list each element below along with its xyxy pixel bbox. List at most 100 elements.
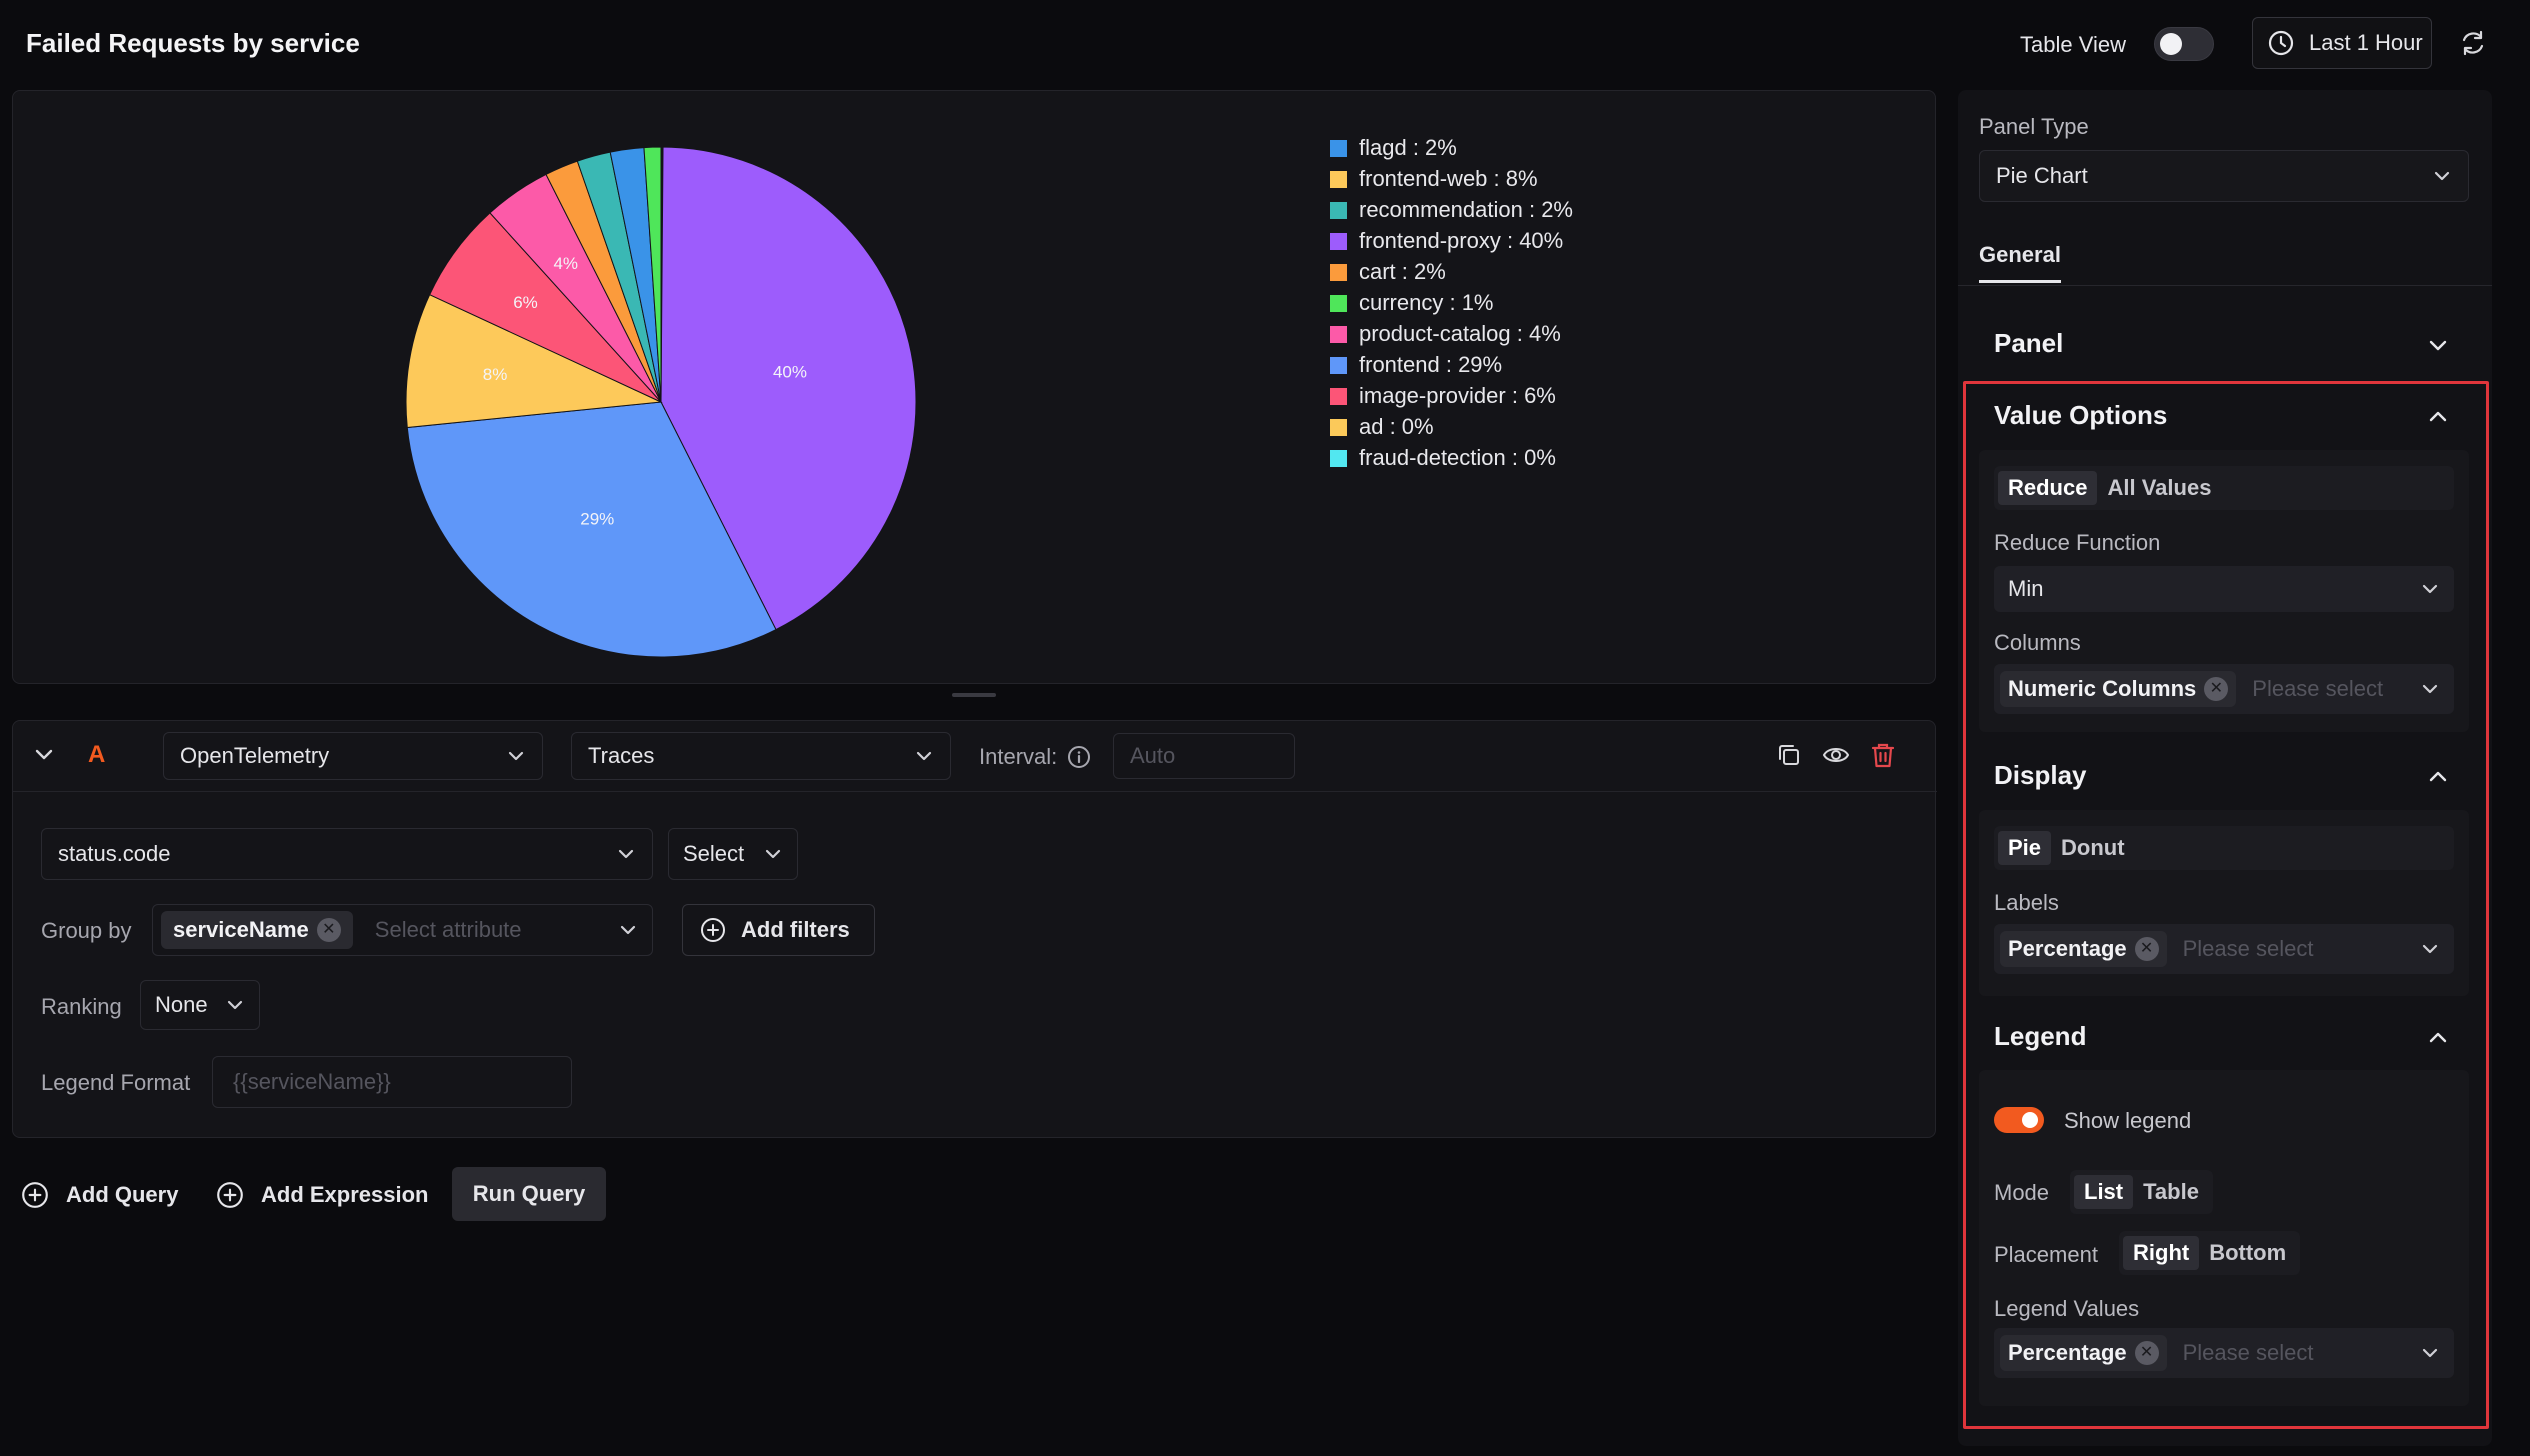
group-by-chip-label: serviceName [173, 917, 309, 942]
ranking-select[interactable]: None [140, 980, 260, 1030]
add-filters-button[interactable]: Add filters [682, 904, 875, 956]
group-by-placeholder: Select attribute [374, 917, 522, 942]
seg-donut[interactable]: Donut [2051, 831, 2135, 865]
legend-item-product-catalog[interactable]: product-catalog : 4% [1330, 321, 1561, 347]
labels-label: Labels [1994, 890, 2059, 915]
legend-placement-toggle: Right Bottom [2119, 1231, 2301, 1275]
time-range-button[interactable]: Last 1 Hour [2252, 17, 2432, 69]
data-source-select[interactable]: OpenTelemetry [163, 732, 543, 780]
aggregate-value: Select [683, 841, 745, 866]
chevron-down-icon [620, 925, 636, 935]
plus-circle-icon [22, 1182, 48, 1208]
slice-label-image-provider: 6% [513, 293, 538, 312]
show-legend-toggle[interactable] [1994, 1107, 2044, 1133]
chevron-up-icon[interactable] [2427, 405, 2449, 433]
legend-values-chip-label: Percentage [2008, 1340, 2127, 1365]
value-options-title[interactable]: Value Options [1994, 400, 2167, 431]
seg-reduce[interactable]: Reduce [1998, 471, 2098, 505]
add-expression-button[interactable]: Add Expression [215, 1180, 428, 1210]
trash-icon[interactable] [1870, 741, 1896, 775]
add-filters-label: Add filters [741, 917, 850, 942]
chevron-down-icon [227, 1000, 243, 1010]
panel-section-title[interactable]: Panel [1994, 328, 2063, 359]
panel-type-select[interactable]: Pie Chart [1979, 150, 2469, 202]
refresh-icon[interactable] [2458, 28, 2488, 64]
legend-format-input[interactable]: {{serviceName}} [212, 1056, 572, 1108]
slice-label-frontend: 29% [580, 509, 614, 528]
seg-all-values[interactable]: All Values [2097, 471, 2221, 505]
legend-item-ad[interactable]: ad : 0% [1330, 414, 1434, 440]
legend-values-select[interactable]: Percentage ✕ Please select [1994, 1328, 2454, 1378]
legend-label: recommendation : 2% [1359, 197, 1573, 222]
mode-label: Mode [1994, 1180, 2050, 1205]
legend-label: product-catalog : 4% [1359, 321, 1561, 346]
legend-item-currency[interactable]: currency : 1% [1330, 290, 1494, 316]
query-letter: A [88, 741, 106, 768]
group-by-select[interactable]: serviceName ✕ Select attribute [152, 904, 653, 956]
chevron-down-icon [765, 849, 781, 859]
seg-right[interactable]: Right [2123, 1236, 2200, 1270]
legend-title[interactable]: Legend [1994, 1021, 2086, 1052]
display-title[interactable]: Display [1994, 760, 2087, 791]
remove-chip-icon[interactable]: ✕ [316, 918, 341, 942]
table-view-label: Table View [2020, 32, 2126, 57]
signal-select[interactable]: Traces [571, 732, 951, 780]
legend-item-fraud-detection[interactable]: fraud-detection : 0% [1330, 445, 1556, 471]
columns-label: Columns [1994, 630, 2081, 655]
columns-chip: Numeric Columns ✕ [2000, 671, 2237, 707]
legend-label: frontend-proxy : 40% [1359, 228, 1564, 253]
chart-panel: 40% 29% 8% 6% 4% flagd : 2% frontend-web : 8%… [12, 90, 1936, 684]
plus-circle-icon [701, 918, 725, 942]
reduce-function-select[interactable]: Min [1994, 566, 2454, 612]
tab-general[interactable]: General [1979, 242, 2061, 268]
seg-pie[interactable]: Pie [1998, 831, 2052, 865]
display-mode-toggle: Pie Donut [1994, 826, 2454, 870]
columns-select[interactable]: Numeric Columns ✕ Please select [1994, 664, 2454, 714]
slice-label-product-catalog: 4% [553, 254, 578, 273]
add-query-button[interactable]: Add Query [20, 1180, 178, 1210]
resize-handle[interactable] [952, 693, 996, 697]
chevron-up-icon[interactable] [2427, 765, 2449, 793]
chart-legend: flagd : 2% frontend-web : 8% recommendatio… [1330, 135, 1730, 575]
legend-item-frontend-web[interactable]: frontend-web : 8% [1330, 166, 1538, 192]
columns-placeholder: Please select [2252, 676, 2384, 701]
chevron-down-icon[interactable] [2427, 334, 2449, 362]
labels-chip: Percentage ✕ [2000, 931, 2167, 967]
chevron-down-icon [508, 751, 524, 761]
eye-icon[interactable] [1822, 742, 1850, 774]
labels-select[interactable]: Percentage ✕ Please select [1994, 924, 2454, 974]
columns-chip-label: Numeric Columns [2008, 676, 2197, 701]
seg-bottom[interactable]: Bottom [2199, 1236, 2296, 1270]
legend-item-cart[interactable]: cart : 2% [1330, 259, 1446, 285]
table-view-toggle[interactable] [2154, 27, 2214, 61]
remove-chip-icon[interactable]: ✕ [2134, 1341, 2159, 1365]
aggregate-select[interactable]: Select [668, 828, 798, 880]
legend-format-placeholder: {{serviceName}} [233, 1069, 391, 1094]
seg-list[interactable]: List [2074, 1175, 2134, 1209]
chevron-down-icon [2422, 944, 2438, 954]
interval-input[interactable]: Auto [1113, 733, 1295, 779]
legend-item-recommendation[interactable]: recommendation : 2% [1330, 197, 1573, 223]
labels-chip-label: Percentage [2008, 936, 2127, 961]
chevron-up-icon[interactable] [2427, 1026, 2449, 1054]
copy-icon[interactable] [1776, 742, 1802, 774]
remove-chip-icon[interactable]: ✕ [2204, 677, 2229, 701]
legend-values-placeholder: Please select [2182, 1340, 2314, 1365]
seg-table[interactable]: Table [2133, 1175, 2209, 1209]
remove-chip-icon[interactable]: ✕ [2134, 937, 2159, 961]
collapse-query-icon[interactable] [34, 744, 54, 770]
legend-item-frontend[interactable]: frontend : 29% [1330, 352, 1502, 378]
run-query-button[interactable]: Run Query [452, 1167, 606, 1221]
metric-field-select[interactable]: status.code [41, 828, 653, 880]
legend-item-flagd[interactable]: flagd : 2% [1330, 135, 1457, 161]
ranking-value: None [155, 992, 208, 1017]
chevron-down-icon [2422, 1348, 2438, 1358]
legend-swatch [1330, 325, 1347, 343]
legend-swatch [1330, 263, 1347, 281]
panel-type-value: Pie Chart [1996, 163, 2088, 188]
legend-item-frontend-proxy[interactable]: frontend-proxy : 40% [1330, 228, 1563, 254]
legend-swatch [1330, 294, 1347, 312]
interval-label: Interval: [979, 744, 1091, 770]
chevron-down-icon [916, 751, 932, 761]
legend-item-image-provider[interactable]: image-provider : 6% [1330, 383, 1556, 409]
